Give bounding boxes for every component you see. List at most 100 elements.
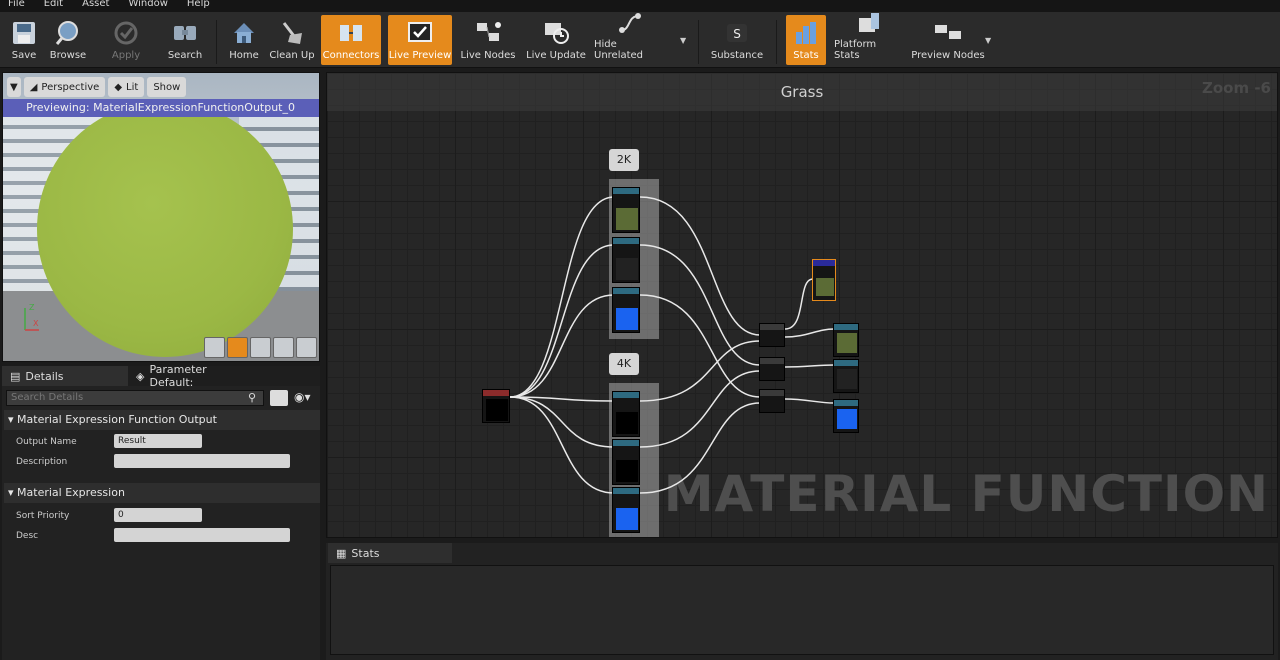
live-nodes-button[interactable]: Live Nodes (458, 15, 518, 65)
preview-mesh-button[interactable] (296, 337, 317, 358)
texture-sample-node[interactable] (612, 391, 640, 437)
preview-cylinder-button[interactable] (204, 337, 225, 358)
stats-panel: ▦ Stats (326, 543, 1278, 660)
function-output-node-selected[interactable] (812, 259, 836, 301)
stats-button[interactable]: Stats (786, 15, 826, 65)
browse-icon (53, 19, 83, 47)
function-output-node[interactable] (833, 359, 859, 393)
show-button[interactable]: Show (147, 77, 187, 97)
toolbar-separator (776, 20, 777, 64)
search-details-input[interactable]: Search Details (6, 390, 264, 406)
texture-sample-node[interactable] (612, 187, 640, 233)
viewport-options-dropdown[interactable]: ▼ (7, 77, 21, 97)
svg-text:S: S (733, 27, 741, 41)
previewing-banner: Previewing: MaterialExpressionFunctionOu… (3, 99, 319, 117)
apply-button[interactable]: Apply (106, 15, 146, 65)
hide-unrelated-icon (615, 10, 645, 36)
connectors-button[interactable]: Connectors (321, 15, 381, 65)
substance-button[interactable]: S Substance (708, 15, 766, 65)
clean-up-button[interactable]: Clean Up (266, 15, 318, 65)
node-swatch (837, 409, 857, 429)
parameter-icon: ◈ (136, 369, 145, 383)
quality-switch-node[interactable] (759, 323, 785, 347)
live-update-button[interactable]: Live Update (524, 15, 588, 65)
preview-nodes-icon (933, 19, 963, 47)
camera-icon: ◢ (29, 81, 38, 93)
desc-field[interactable] (114, 528, 290, 542)
clean-up-icon (277, 19, 307, 47)
view-options-button[interactable] (270, 390, 288, 406)
quality-switch-node[interactable] (759, 389, 785, 413)
lit-icon: ◆ (114, 81, 123, 93)
function-output-node[interactable] (833, 399, 859, 433)
sort-priority-field[interactable]: 0 (114, 508, 202, 522)
preview-nodes-dropdown[interactable]: ▼ (985, 36, 991, 45)
graph-wires (509, 196, 835, 494)
menu-file[interactable]: File (8, 0, 25, 11)
details-icon: ▤ (10, 369, 21, 383)
perspective-button[interactable]: ◢ Perspective (23, 77, 106, 97)
save-button[interactable]: Save (4, 15, 44, 65)
connectors-icon (336, 19, 366, 47)
preview-plane-button[interactable] (250, 337, 271, 358)
node-swatch (616, 508, 638, 530)
save-icon (9, 19, 39, 47)
function-output-node[interactable] (833, 323, 859, 357)
hide-unrelated-button[interactable]: Hide Unrelated (594, 13, 666, 65)
quality-switch-node[interactable] (759, 357, 785, 381)
description-label: Description (16, 457, 68, 467)
apply-icon (111, 19, 141, 47)
axis-gizmo: ZX (21, 302, 43, 339)
svg-text:Z: Z (29, 303, 35, 312)
preview-sphere-button[interactable] (227, 337, 248, 358)
platform-stats-icon (854, 10, 884, 36)
home-button[interactable]: Home (224, 15, 264, 65)
node-swatch (616, 208, 638, 230)
tab-stats[interactable]: ▦ Stats (328, 543, 452, 563)
preview-nodes-button[interactable]: Preview Nodes (910, 15, 986, 65)
tab-details[interactable]: ▤ Details (2, 366, 128, 386)
section-material-expression[interactable]: ▾ Material Expression (4, 483, 320, 503)
texture-sample-node[interactable] (612, 439, 640, 485)
output-name-field[interactable]: Result (114, 434, 202, 448)
preview-cube-button[interactable] (273, 337, 294, 358)
stats-icon: ▦ (336, 546, 347, 560)
tab-parameter-defaults[interactable]: ◈ Parameter Default: (128, 363, 254, 389)
toolbar-more-dropdown[interactable]: ▼ (680, 36, 686, 45)
details-panel: Search Details ⚲ ◉▾ ▾ Material Expressio… (2, 386, 320, 660)
menu-asset[interactable]: Asset (82, 0, 109, 11)
node-swatch (616, 308, 638, 330)
texture-sample-node[interactable] (612, 287, 640, 333)
browse-button[interactable]: Browse (46, 15, 90, 65)
platform-stats-button[interactable]: Platform Stats (834, 13, 904, 65)
section-function-output[interactable]: ▾ Material Expression Function Output (4, 410, 320, 430)
live-preview-icon (405, 19, 435, 47)
material-preview-viewport[interactable]: ▼ ◢ Perspective ◆ Lit Show Previewing: Mat… (2, 72, 320, 362)
node-swatch (616, 412, 638, 434)
material-graph-canvas[interactable]: Grass Zoom -6 MATERIAL FUNCTION 2K 4K (326, 72, 1278, 538)
menu-edit[interactable]: Edit (44, 0, 63, 11)
stats-body (330, 565, 1274, 655)
texture-sample-node[interactable] (612, 487, 640, 533)
menu-help[interactable]: Help (187, 0, 210, 11)
node-swatch (837, 333, 857, 353)
live-nodes-icon (473, 19, 503, 47)
node-swatch (837, 369, 857, 389)
search-button[interactable]: Search (164, 15, 206, 65)
input-node[interactable] (482, 389, 510, 423)
eye-icon[interactable]: ◉▾ (294, 390, 311, 404)
desc-label: Desc (16, 531, 39, 541)
toolbar-separator (216, 20, 217, 64)
node-swatch (616, 460, 638, 482)
texture-sample-node[interactable] (612, 237, 640, 283)
sort-priority-label: Sort Priority (16, 511, 70, 521)
search-icon: ⚲ (248, 391, 257, 404)
home-icon (229, 19, 259, 47)
svg-text:X: X (33, 319, 39, 328)
menu-window[interactable]: Window (128, 0, 167, 11)
description-field[interactable] (114, 454, 290, 468)
lit-button[interactable]: ◆ Lit (108, 77, 145, 97)
node-swatch (486, 399, 508, 421)
live-preview-button[interactable]: Live Preview (388, 15, 452, 65)
search-icon (170, 19, 200, 47)
